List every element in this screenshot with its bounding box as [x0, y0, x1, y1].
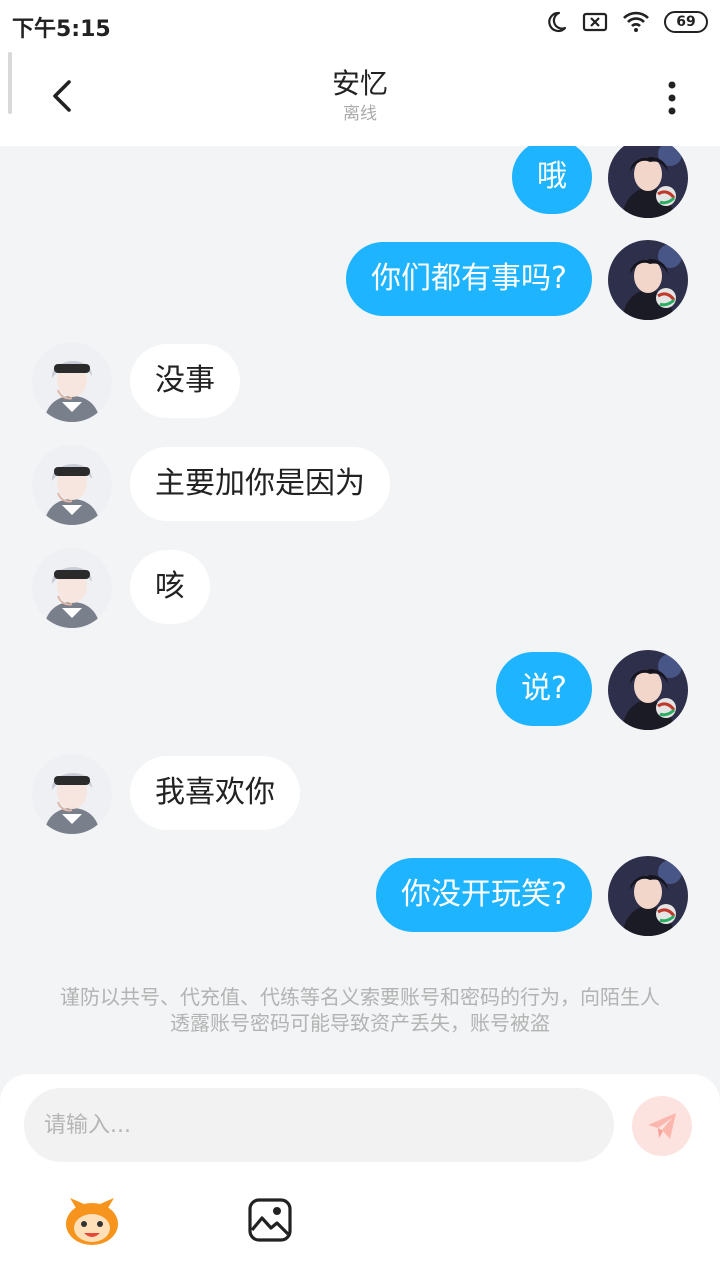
message-row: 咳 [0, 548, 720, 632]
moon-icon [544, 10, 568, 34]
composer-panel [0, 1074, 720, 1280]
back-button[interactable] [40, 74, 84, 118]
contact-avatar[interactable] [32, 548, 112, 628]
more-button[interactable] [652, 76, 692, 120]
message-bubble[interactable]: 说? [496, 652, 592, 726]
status-icons: 69 [544, 10, 708, 34]
image-icon [248, 1198, 292, 1242]
send-button[interactable] [632, 1096, 692, 1156]
message-row: 我喜欢你 [0, 754, 720, 838]
emoji-button[interactable] [62, 1194, 122, 1248]
message-bubble[interactable]: 我喜欢你 [130, 756, 300, 830]
message-row: 主要加你是因为 [0, 445, 720, 529]
send-icon [648, 1113, 676, 1139]
emoji-icon [66, 1198, 118, 1245]
security-warning: 谨防以共号、代充值、代练等名义索要账号和密码的行为，向陌生人透露账号密码可能导致… [60, 985, 660, 1035]
message-list[interactable]: 哦 你们都有事吗? 没事 主要加你是因为 咳 说? 我喜欢你 你没开玩笑? 谨防… [0, 146, 720, 1074]
message-bubble[interactable]: 你们都有事吗? [346, 242, 592, 316]
message-input[interactable] [24, 1088, 614, 1162]
message-bubble[interactable]: 你没开玩笑? [376, 858, 592, 932]
message-row: 没事 [0, 342, 720, 426]
my-avatar[interactable] [608, 240, 688, 320]
message-row: 你们都有事吗? [0, 240, 720, 324]
image-button[interactable] [246, 1196, 294, 1244]
message-row: 说? [0, 650, 720, 734]
chat-header: 安忆 离线 [0, 52, 720, 146]
edge-indicator [8, 52, 12, 114]
my-avatar[interactable] [608, 146, 688, 218]
message-row: 哦 [0, 146, 720, 222]
contact-avatar[interactable] [32, 445, 112, 525]
contact-avatar[interactable] [32, 342, 112, 422]
title-block: 安忆 离线 [200, 66, 520, 126]
my-avatar[interactable] [608, 650, 688, 730]
message-bubble[interactable]: 主要加你是因为 [130, 447, 390, 521]
message-bubble[interactable]: 没事 [130, 344, 240, 418]
contact-name: 安忆 [331, 67, 388, 100]
message-bubble[interactable]: 咳 [130, 550, 210, 624]
back-arrow-icon [53, 80, 71, 112]
my-avatar[interactable] [608, 856, 688, 936]
battery-icon: 69 [664, 11, 708, 33]
status-bar: 下午5:15 69 [0, 0, 720, 52]
message-bubble[interactable]: 哦 [512, 146, 592, 214]
contact-avatar[interactable] [32, 754, 112, 834]
message-row: 你没开玩笑? [0, 856, 720, 940]
status-time: 下午5:15 [12, 17, 111, 42]
sim-off-icon [582, 11, 608, 33]
contact-status: 离线 [343, 104, 377, 124]
more-vertical-icon [668, 81, 676, 115]
wifi-icon [622, 11, 650, 33]
